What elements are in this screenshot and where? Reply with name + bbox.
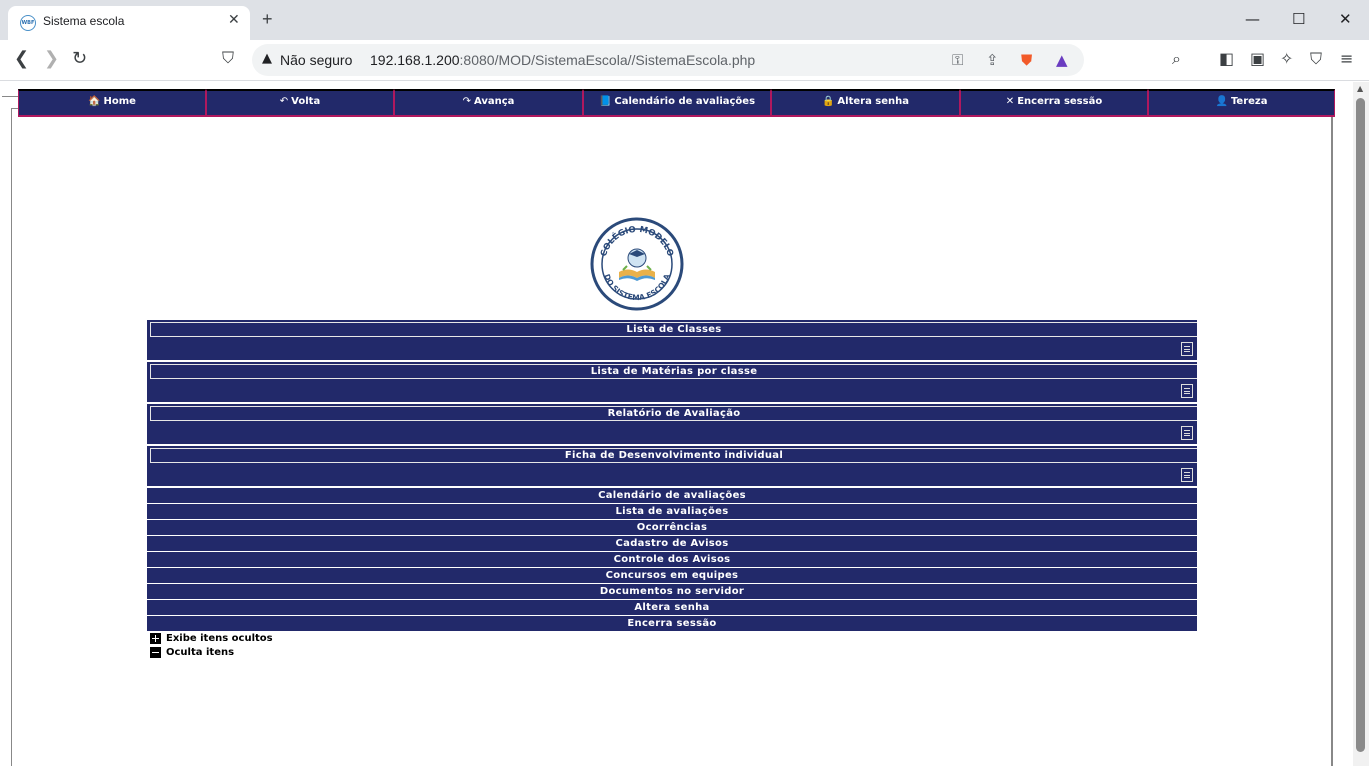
group-development-sheet: Ficha de Desenvolvimento individual [147, 446, 1197, 486]
lock-icon: 🔒 [821, 96, 835, 107]
maximize-icon[interactable]: ☐ [1292, 10, 1305, 28]
main-menu-list: Lista de Classes Lista de Matérias por c… [147, 320, 1197, 632]
house-icon: 🏠 [88, 96, 101, 107]
scroll-up-icon[interactable]: ▲ [1357, 84, 1363, 93]
menu-calendar-label: Calendário de avaliações [614, 96, 756, 107]
user-icon: 👤 [1215, 96, 1228, 107]
back-icon[interactable]: ❮ [14, 48, 29, 69]
list-item[interactable]: Concursos em equipes [147, 568, 1197, 583]
expand-table-icon[interactable] [1181, 426, 1193, 440]
top-menu: 🏠 Home ↶ Volta ↷ Avança 📘 Calendário de aval… [18, 89, 1335, 117]
tab-search-icon[interactable]: ⌕ [1172, 49, 1181, 69]
menu-logout-label: Encerra sessão [1017, 96, 1103, 107]
visibility-toggles: Exibe itens ocultos Oculta itens [150, 632, 273, 660]
menu-forward-button[interactable]: ↷ Avança [394, 89, 583, 117]
tab-close-icon[interactable]: ✕ [228, 12, 240, 28]
group-evaluation-report-title[interactable]: Relatório de Avaliação [150, 406, 1197, 421]
expand-table-icon[interactable] [1181, 384, 1193, 398]
frame-top-line [2, 96, 18, 97]
menu-back-button[interactable]: ↶ Volta [206, 89, 394, 117]
menu-home-button[interactable]: 🏠 Home [18, 89, 206, 117]
browser-tab[interactable]: WBF Sistema escola ✕ [8, 6, 250, 40]
list-item[interactable]: Calendário de avaliações [147, 488, 1197, 503]
menu-home-label: Home [103, 96, 136, 107]
share-icon[interactable]: ⇪ [986, 51, 999, 69]
menu-user-button[interactable]: 👤 Tereza [1148, 89, 1335, 117]
expand-table-icon[interactable] [1181, 342, 1193, 356]
plus-icon [150, 633, 161, 644]
group-class-list-title[interactable]: Lista de Classes [150, 322, 1197, 337]
sidebar-icon[interactable]: ◧ [1219, 49, 1234, 68]
show-hidden-toggle[interactable]: Exibe itens ocultos [150, 632, 273, 646]
window-close-icon[interactable]: ✕ [1339, 10, 1352, 28]
list-item[interactable]: Cadastro de Avisos [147, 536, 1197, 551]
security-label[interactable]: Não seguro [280, 52, 352, 68]
site-favicon-icon: WBF [20, 15, 36, 31]
menu-change-password-label: Altera senha [837, 96, 910, 107]
page-scrollbar[interactable]: ▲ [1353, 82, 1369, 766]
new-tab-button[interactable]: + [262, 9, 273, 30]
menu-logout-button[interactable]: ✕ Encerra sessão [960, 89, 1148, 117]
key-icon[interactable]: ⚿ [952, 51, 963, 69]
url-host: 192.168.1.200 [370, 52, 460, 68]
group-subjects-by-class-title[interactable]: Lista de Matérias por classe [150, 364, 1197, 379]
group-development-sheet-title[interactable]: Ficha de Desenvolvimento individual [150, 448, 1197, 463]
school-logo-emblem: COLÉGIO MODELO DO SISTEMA ESCOLA [590, 217, 684, 311]
leo-ai-icon[interactable]: ✧ [1280, 49, 1293, 68]
school-logo: COLÉGIO MODELO DO SISTEMA ESCOLA [589, 216, 685, 312]
group-evaluation-report: Relatório de Avaliação [147, 404, 1197, 444]
menu-icon[interactable]: ≡ [1340, 49, 1353, 68]
group-class-list: Lista de Classes [147, 320, 1197, 360]
scrollbar-thumb[interactable] [1356, 98, 1365, 752]
address-bar[interactable]: ▲ Não seguro 192.168.1.200:8080/MOD/Sist… [252, 44, 1084, 76]
page-viewport: 🏠 Home ↶ Volta ↷ Avança 📘 Calendário de aval… [0, 82, 1353, 766]
group-subjects-by-class: Lista de Matérias por classe [147, 362, 1197, 402]
hide-items-toggle[interactable]: Oculta itens [150, 646, 273, 660]
minimize-icon[interactable]: — [1245, 10, 1260, 28]
expand-table-icon[interactable] [1181, 468, 1193, 482]
x-icon: ✕ [1005, 96, 1015, 107]
url-text[interactable]: 192.168.1.200:8080/MOD/SistemaEscola//Si… [370, 52, 755, 68]
wallet-icon[interactable]: ▣ [1250, 49, 1265, 68]
bookmark-icon[interactable]: ⛉ [222, 48, 234, 68]
menu-calendar-button[interactable]: 📘 Calendário de avaliações [583, 89, 771, 117]
minus-icon [150, 647, 161, 658]
calendar-icon: 📘 [598, 96, 612, 107]
redo-icon: ↷ [462, 96, 471, 107]
brave-shield-icon[interactable]: ⛊ [1021, 51, 1032, 69]
vpn-icon[interactable]: ⛉ [1310, 49, 1322, 69]
list-item[interactable]: Altera senha [147, 600, 1197, 615]
browser-toolbar: ❮ ❯ ↻ ⛉ ▲ Não seguro 192.168.1.200:8080/… [0, 40, 1369, 81]
browser-tab-bar: WBF Sistema escola ✕ + — ☐ ✕ [0, 0, 1369, 40]
show-hidden-label: Exibe itens ocultos [166, 633, 273, 644]
list-item[interactable]: Encerra sessão [147, 616, 1197, 631]
menu-back-label: Volta [291, 96, 321, 107]
menu-change-password-button[interactable]: 🔒 Altera senha [771, 89, 960, 117]
tab-title: Sistema escola [43, 14, 125, 28]
warning-icon: ▲ [262, 51, 272, 66]
forward-icon[interactable]: ❯ [44, 48, 59, 69]
list-item[interactable]: Controle dos Avisos [147, 552, 1197, 567]
url-path: :8080/MOD/SistemaEscola//SistemaEscola.p… [459, 52, 756, 68]
hide-items-label: Oculta itens [166, 647, 235, 658]
list-item[interactable]: Ocorrências [147, 520, 1197, 535]
menu-forward-label: Avança [473, 96, 515, 107]
undo-icon: ↶ [279, 96, 289, 107]
reload-icon[interactable]: ↻ [72, 48, 87, 69]
menu-user-label: Tereza [1230, 96, 1268, 107]
list-item[interactable]: Documentos no servidor [147, 584, 1197, 599]
list-item[interactable]: Lista de avaliações [147, 504, 1197, 519]
brave-rewards-icon[interactable]: ▲ [1056, 51, 1068, 69]
